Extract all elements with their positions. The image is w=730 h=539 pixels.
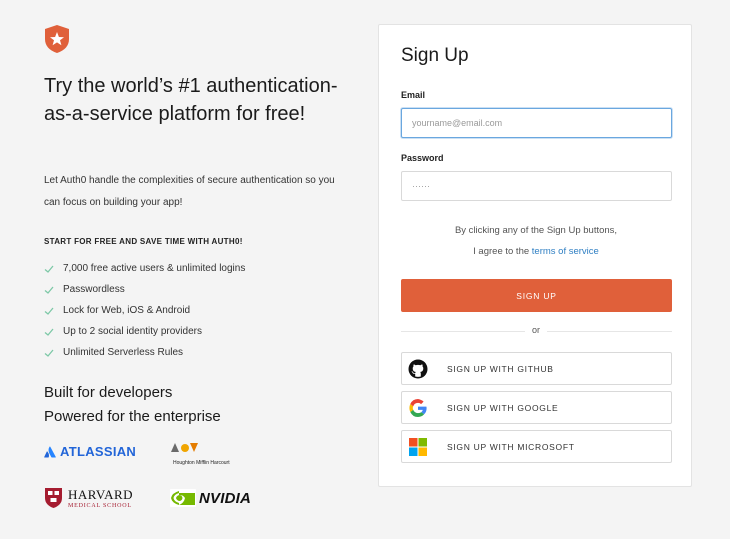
github-icon <box>408 359 428 379</box>
feature-text: Lock for Web, iOS & Android <box>63 305 191 316</box>
feature-item: Passwordless <box>44 279 245 300</box>
hmh-logo: Houghton Mifflin Harcourt <box>170 440 230 466</box>
divider-or: or <box>525 325 547 335</box>
feature-item: Lock for Web, iOS & Android <box>44 300 245 321</box>
tagline-line2: Powered for the enterprise <box>44 408 221 425</box>
feature-text: Up to 2 social identity providers <box>63 326 202 337</box>
google-button-label: SIGN UP WITH GOOGLE <box>447 402 559 413</box>
harvard-wordmark: HARVARD <box>68 486 134 502</box>
password-input[interactable] <box>401 171 672 201</box>
check-icon <box>44 328 54 336</box>
github-button-label: SIGN UP WITH GITHUB <box>447 363 554 374</box>
feature-list: 7,000 free active users & unlimited logi… <box>44 258 245 363</box>
feature-text: 7,000 free active users & unlimited logi… <box>63 263 246 274</box>
signup-google-button[interactable]: SIGN UP WITH GOOGLE <box>401 391 672 424</box>
hmh-icon <box>171 443 198 452</box>
harvard-shield-icon <box>45 488 62 508</box>
feature-item: Unlimited Serverless Rules <box>44 342 245 363</box>
intro-text: Let Auth0 handle the complexities of sec… <box>44 175 335 208</box>
start-label: START FOR FREE AND SAVE TIME WITH AUTH0! <box>44 237 243 246</box>
password-label: Password <box>401 153 444 163</box>
microsoft-icon <box>408 437 428 457</box>
terms-text: By clicking any of the Sign Up buttons, … <box>379 220 693 262</box>
terms-line2: I agree to the terms of service <box>379 241 693 262</box>
terms-line1: By clicking any of the Sign Up buttons, <box>454 225 618 236</box>
atlassian-wordmark: ATLASSIAN <box>60 444 137 459</box>
check-icon <box>44 286 54 294</box>
nvidia-wordmark: NVIDIA <box>199 489 252 507</box>
nvidia-logo: NVIDIA <box>170 489 251 507</box>
feature-text: Passwordless <box>63 284 125 295</box>
terms-of-service-link[interactable]: terms of service <box>532 246 599 257</box>
signup-github-button[interactable]: SIGN UP WITH GITHUB <box>401 352 672 385</box>
signup-microsoft-button[interactable]: SIGN UP WITH MICROSOFT <box>401 430 672 463</box>
check-icon <box>44 307 54 315</box>
microsoft-button-label: SIGN UP WITH MICROSOFT <box>447 441 575 452</box>
check-icon <box>44 265 54 273</box>
feature-item: Up to 2 social identity providers <box>44 321 245 342</box>
google-icon <box>408 398 428 418</box>
card-title: Sign Up <box>401 45 469 66</box>
feature-item: 7,000 free active users & unlimited logi… <box>44 258 245 279</box>
tagline-line1: Built for developers <box>44 384 173 401</box>
atlassian-logo: ATLASSIAN <box>44 444 136 459</box>
headline: Try the world’s #1 authentication-as-a-s… <box>44 75 338 125</box>
email-label: Email <box>401 90 426 100</box>
harvard-subtitle: MEDICAL SCHOOL <box>68 502 132 509</box>
check-icon <box>44 349 54 357</box>
atlassian-icon <box>44 446 56 457</box>
auth0-logo <box>45 25 69 53</box>
terms-prefix: I agree to the <box>473 246 532 257</box>
feature-text: Unlimited Serverless Rules <box>63 347 184 358</box>
tagline: Built for developers Powered for the ent… <box>44 381 221 429</box>
email-input[interactable] <box>401 108 672 138</box>
hmh-wordmark: Houghton Mifflin Harcourt <box>173 460 230 466</box>
nvidia-eye-icon <box>170 489 196 507</box>
signup-button[interactable]: SIGN UP <box>401 279 672 312</box>
harvard-logo: HARVARD MEDICAL SCHOOL <box>44 487 133 509</box>
signup-card: Sign Up Email Password By clicking any o… <box>378 24 692 487</box>
